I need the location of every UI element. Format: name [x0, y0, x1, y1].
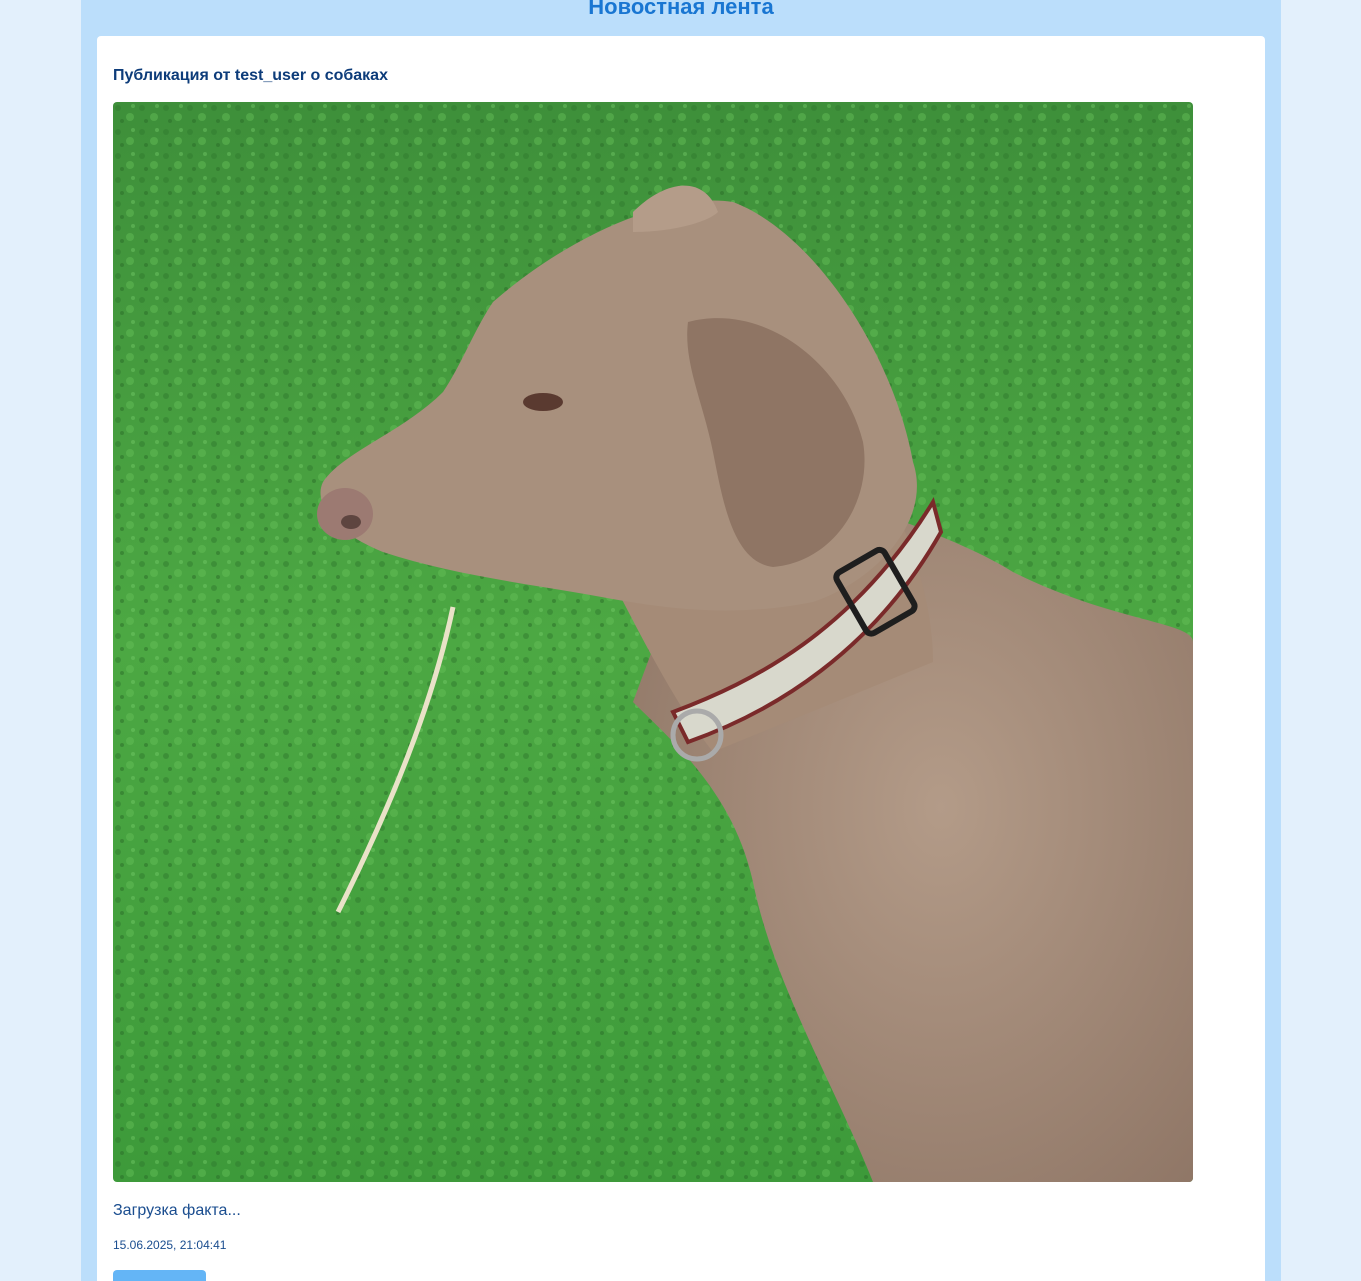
post-image [113, 102, 1193, 1182]
post-card: Публикация от test_user о собаках Загруз… [97, 36, 1265, 1281]
post-timestamp: 15.06.2025, 21:04:41 [113, 1238, 227, 1252]
page-title: Новостная лента [588, 0, 774, 19]
more-fact-button[interactable]: Ещё факт [113, 1270, 206, 1281]
post-heading: Публикация от test_user о собаках [113, 67, 388, 84]
fact-text: Загрузка факта... [113, 1202, 241, 1219]
feed-container: Новостная лента Публикация от test_user … [81, 0, 1281, 1281]
